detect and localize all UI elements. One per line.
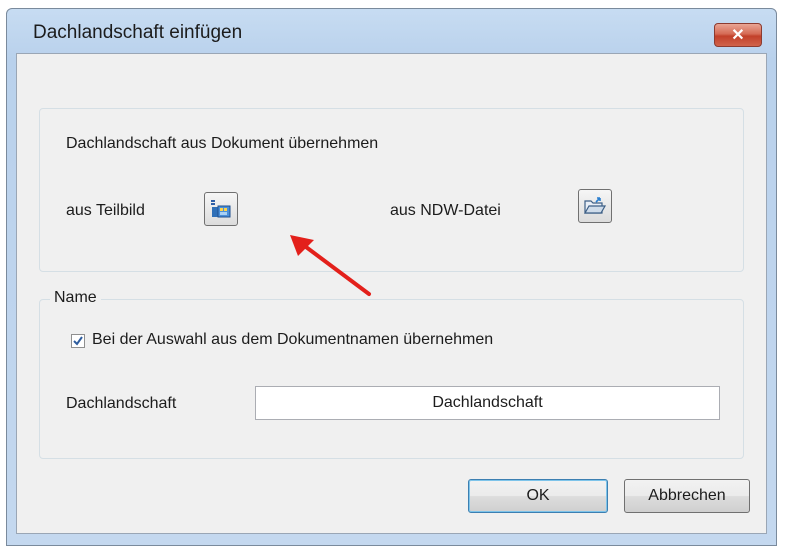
from-subdrawing-button[interactable] [204, 192, 238, 226]
close-button[interactable]: ✕ [714, 23, 762, 47]
source-heading: Dachlandschaft aus Dokument übernehmen [66, 135, 379, 152]
name-legend: Name [50, 289, 101, 307]
use-document-name-label[interactable]: Bei der Auswahl aus dem Dokumentnamen üb… [92, 331, 493, 349]
open-folder-icon [583, 197, 607, 214]
title-bar[interactable]: Dachlandschaft einfügen ✕ [7, 9, 776, 53]
from-ndw-button[interactable] [578, 189, 612, 223]
subdrawing-icon [211, 200, 231, 218]
checkmark-icon [73, 336, 83, 346]
name-group: Name Bei der Auswahl aus dem Dokumentnam… [39, 289, 744, 459]
roofscape-field-label: Dachlandschaft [66, 395, 177, 412]
use-document-name-checkbox[interactable] [71, 334, 85, 348]
ok-button[interactable]: OK [468, 479, 608, 513]
source-group: Dachlandschaft aus Dokument übernehmen a… [39, 108, 744, 272]
close-icon: ✕ [731, 27, 745, 44]
dialog-body: Dachlandschaft aus Dokument übernehmen a… [16, 53, 767, 534]
red-arrow-annotation [290, 235, 371, 296]
dialog-title: Dachlandschaft einfügen [33, 22, 243, 43]
from-ndw-label: aus NDW-Datei [390, 202, 501, 219]
from-subdrawing-label: aus Teilbild [66, 202, 145, 219]
dialog-window: Dachlandschaft einfügen ✕ Dachlandschaft… [6, 8, 777, 546]
cancel-button[interactable]: Abbrechen [624, 479, 750, 513]
roofscape-name-input[interactable] [255, 386, 720, 420]
